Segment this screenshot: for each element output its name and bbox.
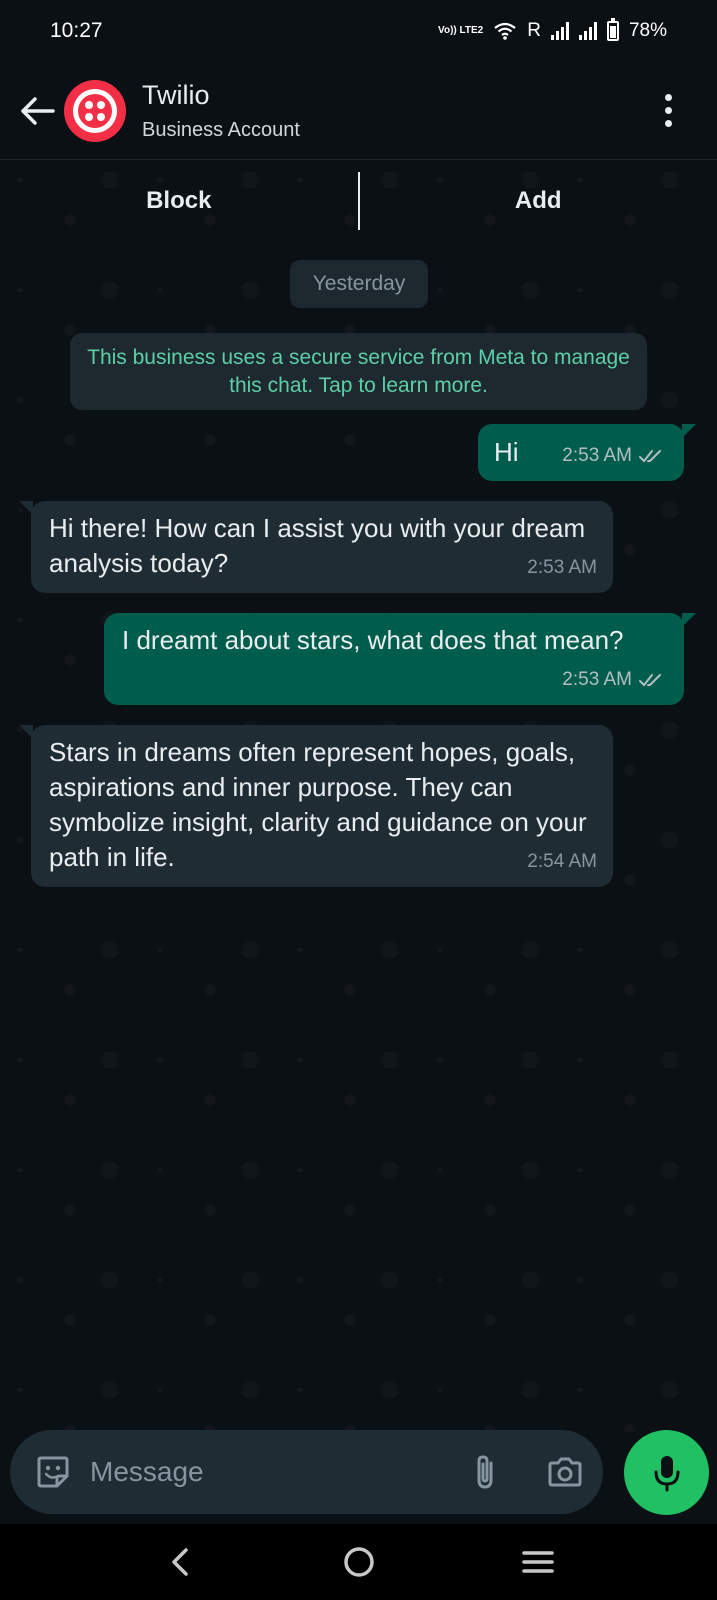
nav-home-button[interactable] <box>329 1532 389 1592</box>
message-bubble-outgoing[interactable]: I dreamt about stars, what does that mea… <box>104 613 696 705</box>
signal-icon-2 <box>578 22 597 40</box>
message-meta: 2:53 AM <box>562 438 668 473</box>
encryption-notice[interactable]: This business uses a secure service from… <box>70 333 647 410</box>
contact-name: Twilio <box>142 79 210 110</box>
avatar[interactable] <box>64 79 126 142</box>
nav-back-button[interactable] <box>150 1532 210 1592</box>
message-time: 2:54 AM <box>527 851 597 872</box>
message-text: Hi there! How can I assist you with your… <box>49 513 586 578</box>
date-chip: Yesterday <box>290 260 428 308</box>
volte-icon: Vo)) LTE2 <box>438 25 484 36</box>
read-ticks-icon <box>639 449 661 462</box>
contact-info[interactable]: Twilio Business Account <box>142 80 300 142</box>
battery-percent: 78% <box>628 20 667 41</box>
message-time: 2:53 AM <box>562 669 632 690</box>
message-time: 2:53 AM <box>562 445 632 466</box>
back-button[interactable] <box>12 86 62 136</box>
back-arrow-icon <box>21 96 55 125</box>
block-button[interactable]: Block <box>0 187 358 215</box>
more-options-icon[interactable] <box>663 94 673 127</box>
voice-message-button[interactable] <box>624 1430 709 1515</box>
chat-header: Twilio Business Account <box>0 62 717 160</box>
message-bubble-incoming[interactable]: Stars in dreams often represent hopes, g… <box>19 725 613 887</box>
nav-recents-icon <box>521 1551 554 1573</box>
camera-icon[interactable] <box>545 1452 585 1492</box>
mic-icon <box>654 1455 679 1491</box>
message-meta: 2:53 AM <box>527 550 597 585</box>
status-time: 10:27 <box>50 19 103 42</box>
attach-icon[interactable] <box>465 1452 505 1492</box>
business-action-bar: Block Add <box>0 160 717 242</box>
status-icons: Vo)) LTE2 R 78% <box>438 18 667 42</box>
message-time: 2:53 AM <box>527 557 597 578</box>
message-text: I dreamt about stars, what does that mea… <box>122 625 624 655</box>
wifi-icon <box>494 22 516 40</box>
contact-subtitle: Business Account <box>142 118 300 141</box>
status-bar: 10:27 Vo)) LTE2 R 78% <box>0 0 717 62</box>
read-ticks-icon <box>639 673 661 686</box>
battery-icon <box>606 18 619 41</box>
message-input[interactable]: Message <box>90 1456 443 1488</box>
signal-icon-1 <box>550 22 569 40</box>
sticker-icon[interactable] <box>34 1453 72 1491</box>
message-composer: Message <box>10 1430 603 1514</box>
nav-back-icon <box>171 1548 188 1576</box>
chat-area[interactable]: Block Add Yesterday This business uses a… <box>0 160 717 1432</box>
message-text: Stars in dreams often represent hopes, g… <box>49 737 587 872</box>
system-nav-bar <box>0 1524 717 1600</box>
message-meta: 2:53 AM <box>562 662 668 697</box>
message-meta: 2:54 AM <box>527 844 597 879</box>
nav-home-icon <box>343 1547 374 1577</box>
message-bubble-incoming[interactable]: Hi there! How can I assist you with your… <box>19 501 613 593</box>
roaming-indicator: R <box>527 20 541 41</box>
add-contact-button[interactable]: Add <box>360 187 717 215</box>
message-bubble-outgoing[interactable]: Hi 2:53 AM <box>478 424 696 481</box>
nav-recents-button[interactable] <box>508 1532 568 1592</box>
twilio-logo-icon <box>73 88 117 133</box>
